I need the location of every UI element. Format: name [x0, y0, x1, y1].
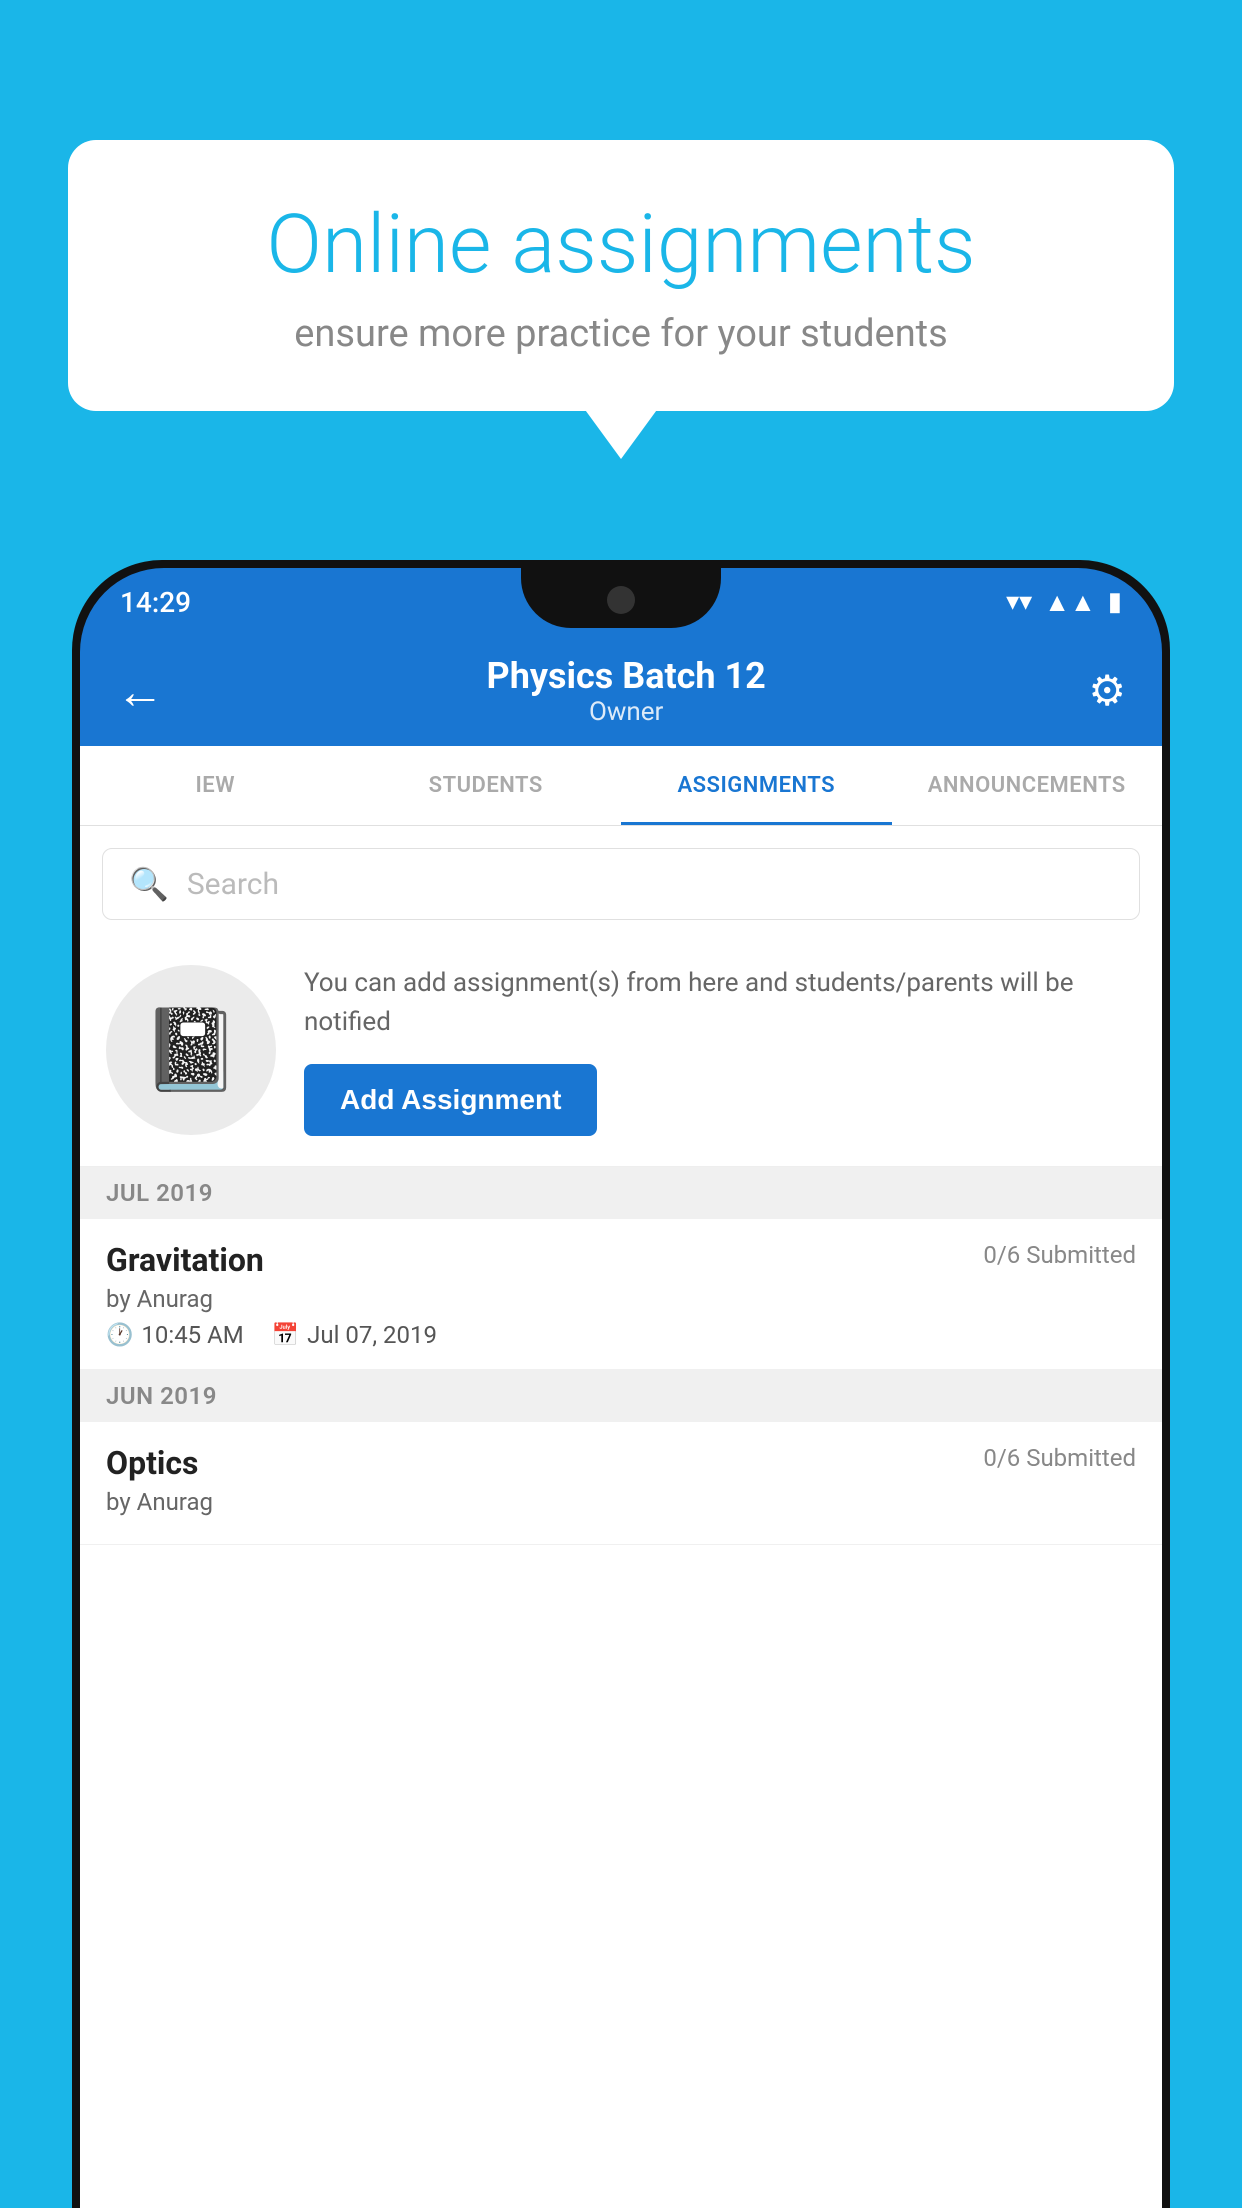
assignment-item-gravitation[interactable]: Gravitation 0/6 Submitted by Anurag 🕐 10…	[80, 1219, 1162, 1370]
assignment-date: 📅 Jul 07, 2019	[272, 1321, 437, 1349]
assignment-by: by Anurag	[106, 1285, 1136, 1313]
assignment-name-optics: Optics	[106, 1444, 198, 1482]
tab-iew[interactable]: IEW	[80, 746, 351, 825]
app-bar: ← Physics Batch 12 Owner ⚙	[80, 636, 1162, 746]
assignment-item-header: Gravitation 0/6 Submitted	[106, 1241, 1136, 1279]
tab-bar: IEW STUDENTS ASSIGNMENTS ANNOUNCEMENTS	[80, 746, 1162, 826]
tab-students[interactable]: STUDENTS	[351, 746, 622, 825]
assignment-meta: 🕐 10:45 AM 📅 Jul 07, 2019	[106, 1321, 1136, 1349]
bubble-subtitle: ensure more practice for your students	[138, 312, 1104, 356]
tab-assignments[interactable]: ASSIGNMENTS	[621, 746, 892, 825]
assignment-name: Gravitation	[106, 1241, 264, 1279]
content-area: 🔍 Search 📓 You can add assignment(s) fro…	[80, 826, 1162, 2208]
status-time: 14:29	[120, 586, 191, 619]
add-assignment-button[interactable]: Add Assignment	[304, 1064, 597, 1136]
assignment-item-optics[interactable]: Optics 0/6 Submitted by Anurag	[80, 1422, 1162, 1545]
assignment-by-optics: by Anurag	[106, 1488, 1136, 1516]
search-icon: 🔍	[129, 865, 169, 903]
search-bar[interactable]: 🔍 Search	[102, 848, 1140, 920]
assignment-info: You can add assignment(s) from here and …	[304, 964, 1136, 1136]
phone-inner: 14:29 ▾▾ ▲▲ ▮ ← Physics Batch 12 Owner ⚙…	[80, 568, 1162, 2208]
app-bar-subtitle: Owner	[487, 697, 766, 727]
clock-icon: 🕐	[106, 1323, 133, 1348]
assignment-item-header-optics: Optics 0/6 Submitted	[106, 1444, 1136, 1482]
speech-bubble-container: Online assignments ensure more practice …	[68, 140, 1174, 411]
assignment-icon-circle: 📓	[106, 965, 276, 1135]
section-header-jun: JUN 2019	[80, 1370, 1162, 1422]
camera	[607, 586, 635, 614]
status-icons: ▾▾ ▲▲ ▮	[1006, 587, 1122, 618]
tab-announcements[interactable]: ANNOUNCEMENTS	[892, 746, 1163, 825]
search-placeholder: Search	[187, 867, 279, 902]
speech-bubble: Online assignments ensure more practice …	[68, 140, 1174, 411]
phone-frame: 14:29 ▾▾ ▲▲ ▮ ← Physics Batch 12 Owner ⚙…	[72, 560, 1170, 2208]
wifi-icon: ▾▾	[1006, 587, 1032, 617]
bubble-title: Online assignments	[138, 200, 1104, 290]
calendar-icon: 📅	[272, 1323, 299, 1348]
app-bar-title: Physics Batch 12	[487, 655, 766, 697]
settings-icon[interactable]: ⚙	[1088, 666, 1126, 716]
assignment-submitted: 0/6 Submitted	[983, 1241, 1136, 1269]
app-bar-title-group: Physics Batch 12 Owner	[487, 655, 766, 727]
section-header-jul: JUL 2019	[80, 1167, 1162, 1219]
add-assignment-section: 📓 You can add assignment(s) from here an…	[80, 938, 1162, 1167]
notebook-icon: 📓	[141, 1003, 241, 1097]
assignment-info-text: You can add assignment(s) from here and …	[304, 964, 1136, 1042]
assignment-time: 🕐 10:45 AM	[106, 1321, 244, 1349]
battery-icon: ▮	[1108, 587, 1122, 617]
assignment-submitted-optics: 0/6 Submitted	[983, 1444, 1136, 1472]
back-button[interactable]: ←	[116, 663, 164, 720]
phone-notch	[521, 568, 721, 628]
signal-icon: ▲▲	[1044, 587, 1095, 618]
